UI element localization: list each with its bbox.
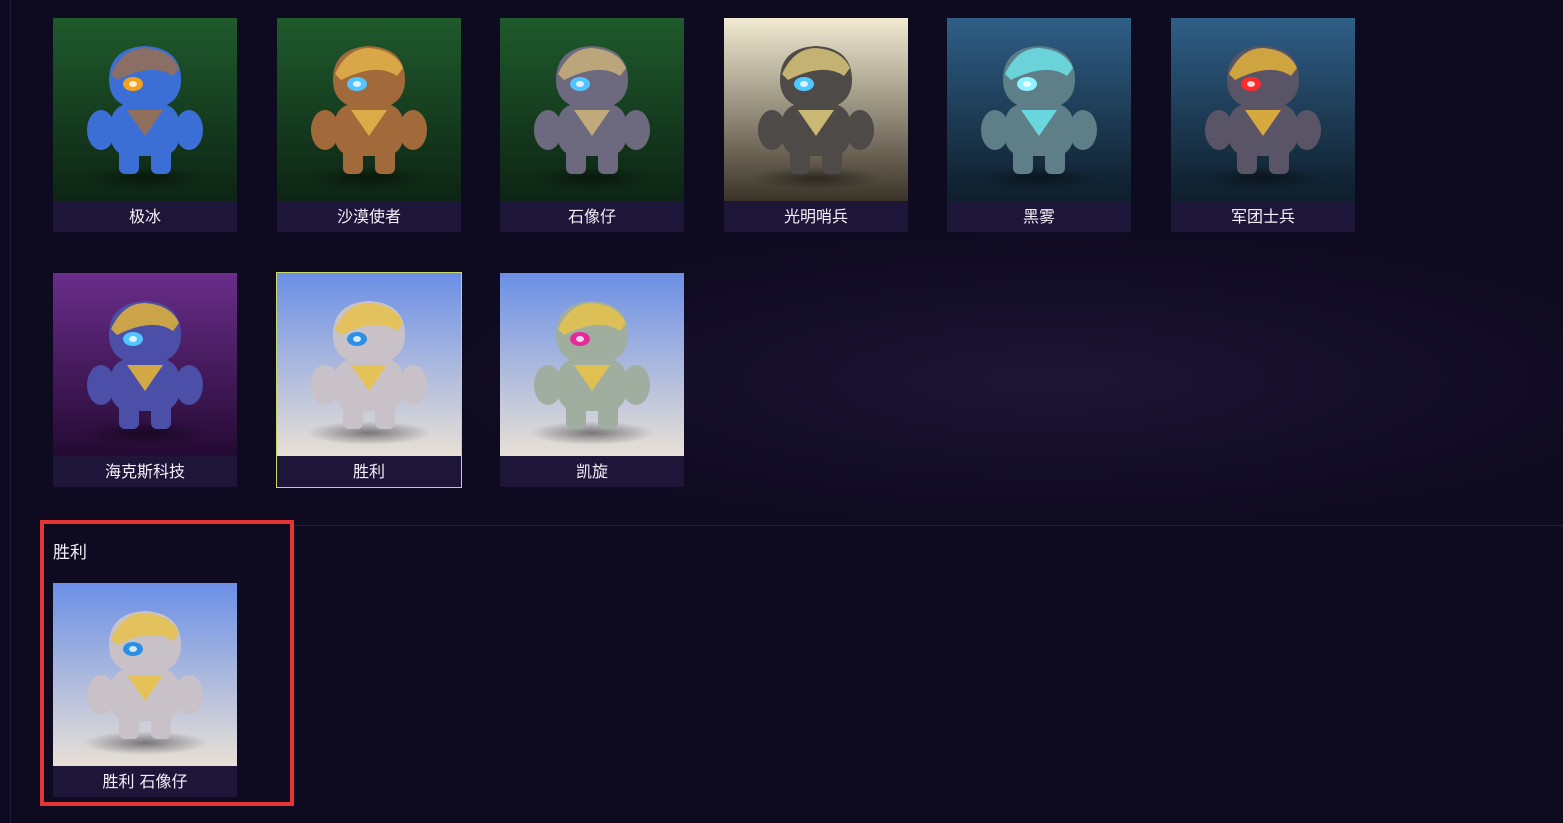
skin-label: 光明哨兵 xyxy=(724,201,908,232)
skin-label: 沙漠使者 xyxy=(277,201,461,232)
skin-card[interactable]: 光明哨兵 xyxy=(724,18,908,232)
skin-card[interactable]: 胜利 xyxy=(276,272,462,488)
skin-card[interactable]: 黑雾 xyxy=(947,18,1131,232)
section-divider xyxy=(293,525,1563,526)
skin-label: 海克斯科技 xyxy=(53,456,237,487)
skin-thumbnail xyxy=(277,273,461,456)
skin-thumbnail xyxy=(500,273,684,456)
skin-thumbnail xyxy=(53,18,237,201)
selected-skin-label: 胜利 石像仔 xyxy=(53,766,237,797)
skin-label: 石像仔 xyxy=(500,201,684,232)
skin-thumbnail xyxy=(1171,18,1355,201)
skin-card[interactable]: 军团士兵 xyxy=(1171,18,1355,232)
skin-label: 凯旋 xyxy=(500,456,684,487)
skin-label: 极冰 xyxy=(53,201,237,232)
skin-thumbnail xyxy=(277,18,461,201)
skin-card[interactable]: 凯旋 xyxy=(500,273,684,487)
skin-card[interactable]: 极冰 xyxy=(53,18,237,232)
left-divider xyxy=(10,0,11,823)
skin-label: 胜利 xyxy=(277,456,461,487)
skin-thumbnail xyxy=(724,18,908,201)
selected-skin-card[interactable]: 胜利 石像仔 xyxy=(53,583,237,797)
skin-label: 军团士兵 xyxy=(1171,201,1355,232)
skin-label: 黑雾 xyxy=(947,201,1131,232)
skin-thumbnail xyxy=(947,18,1131,201)
skin-thumbnail xyxy=(500,18,684,201)
selected-skin-title: 胜利 xyxy=(53,543,87,563)
skin-card[interactable]: 海克斯科技 xyxy=(53,273,237,487)
skin-thumbnail xyxy=(53,273,237,456)
skin-card[interactable]: 石像仔 xyxy=(500,18,684,232)
skin-grid: 极冰 沙漠使者 石像仔 光明哨兵 黑雾 军团士兵 海克斯科技 胜利 凯旋 xyxy=(53,18,1373,488)
selected-skin-thumbnail xyxy=(53,583,237,766)
page: 极冰 沙漠使者 石像仔 光明哨兵 黑雾 军团士兵 海克斯科技 胜利 凯旋 胜利 … xyxy=(0,0,1563,823)
skin-card[interactable]: 沙漠使者 xyxy=(277,18,461,232)
